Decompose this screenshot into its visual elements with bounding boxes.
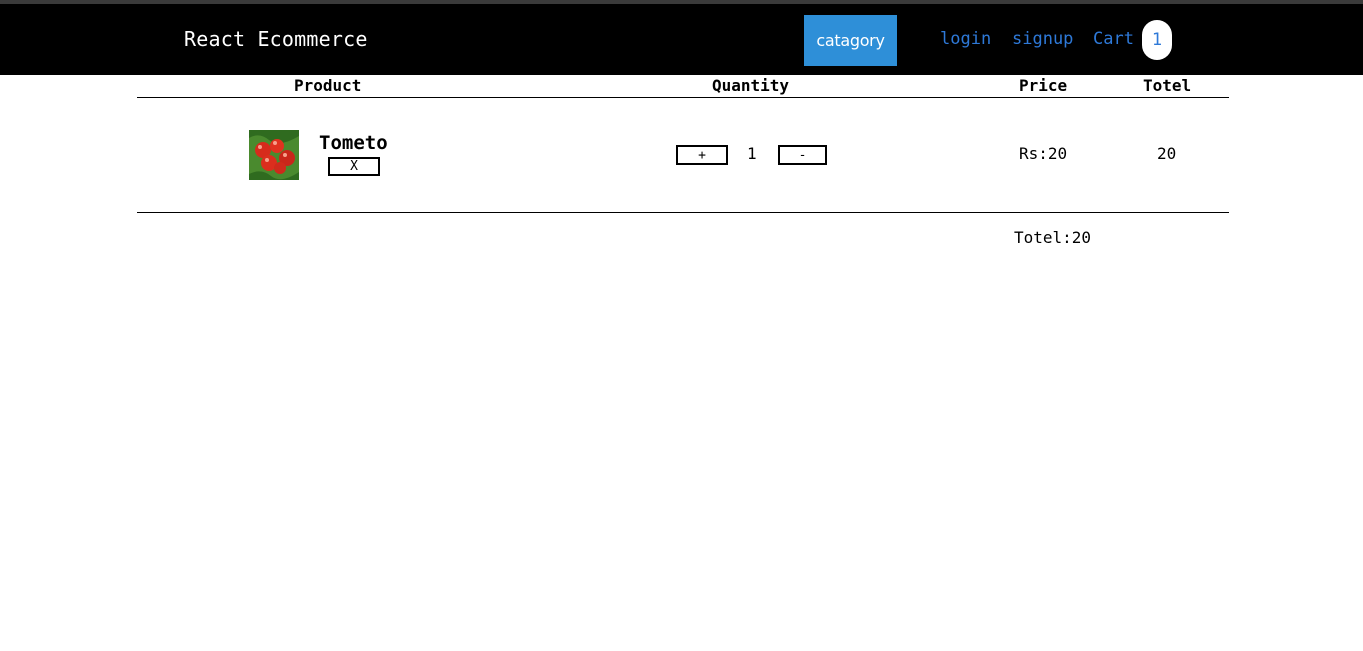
header-product: Product (294, 76, 362, 95)
cart-grand-total: Totel:20 (1014, 228, 1092, 247)
cart-count-badge[interactable]: 1 (1142, 20, 1172, 60)
header-total: Totel (1143, 76, 1192, 95)
remove-item-button[interactable]: X (328, 157, 380, 176)
item-total: 20 (1157, 144, 1177, 163)
signup-link[interactable]: signup (1012, 29, 1073, 49)
quantity-value: 1 (747, 144, 757, 163)
row-divider (137, 212, 1229, 213)
tomato-image (249, 130, 299, 180)
decrement-quantity-button[interactable]: - (778, 145, 827, 165)
product-name: Tometo (319, 132, 388, 154)
item-price: Rs:20 (1019, 144, 1068, 163)
brand-title[interactable]: React Ecommerce (184, 27, 368, 51)
header-divider (137, 97, 1229, 98)
category-button[interactable]: catagory (804, 15, 897, 66)
login-link[interactable]: login (940, 29, 991, 49)
navbar: React Ecommerce catagory login signup Ca… (0, 4, 1363, 75)
increment-quantity-button[interactable]: + (676, 145, 728, 165)
header-quantity: Quantity (712, 76, 790, 95)
header-price: Price (1019, 76, 1068, 95)
cart-link[interactable]: Cart (1093, 29, 1134, 49)
